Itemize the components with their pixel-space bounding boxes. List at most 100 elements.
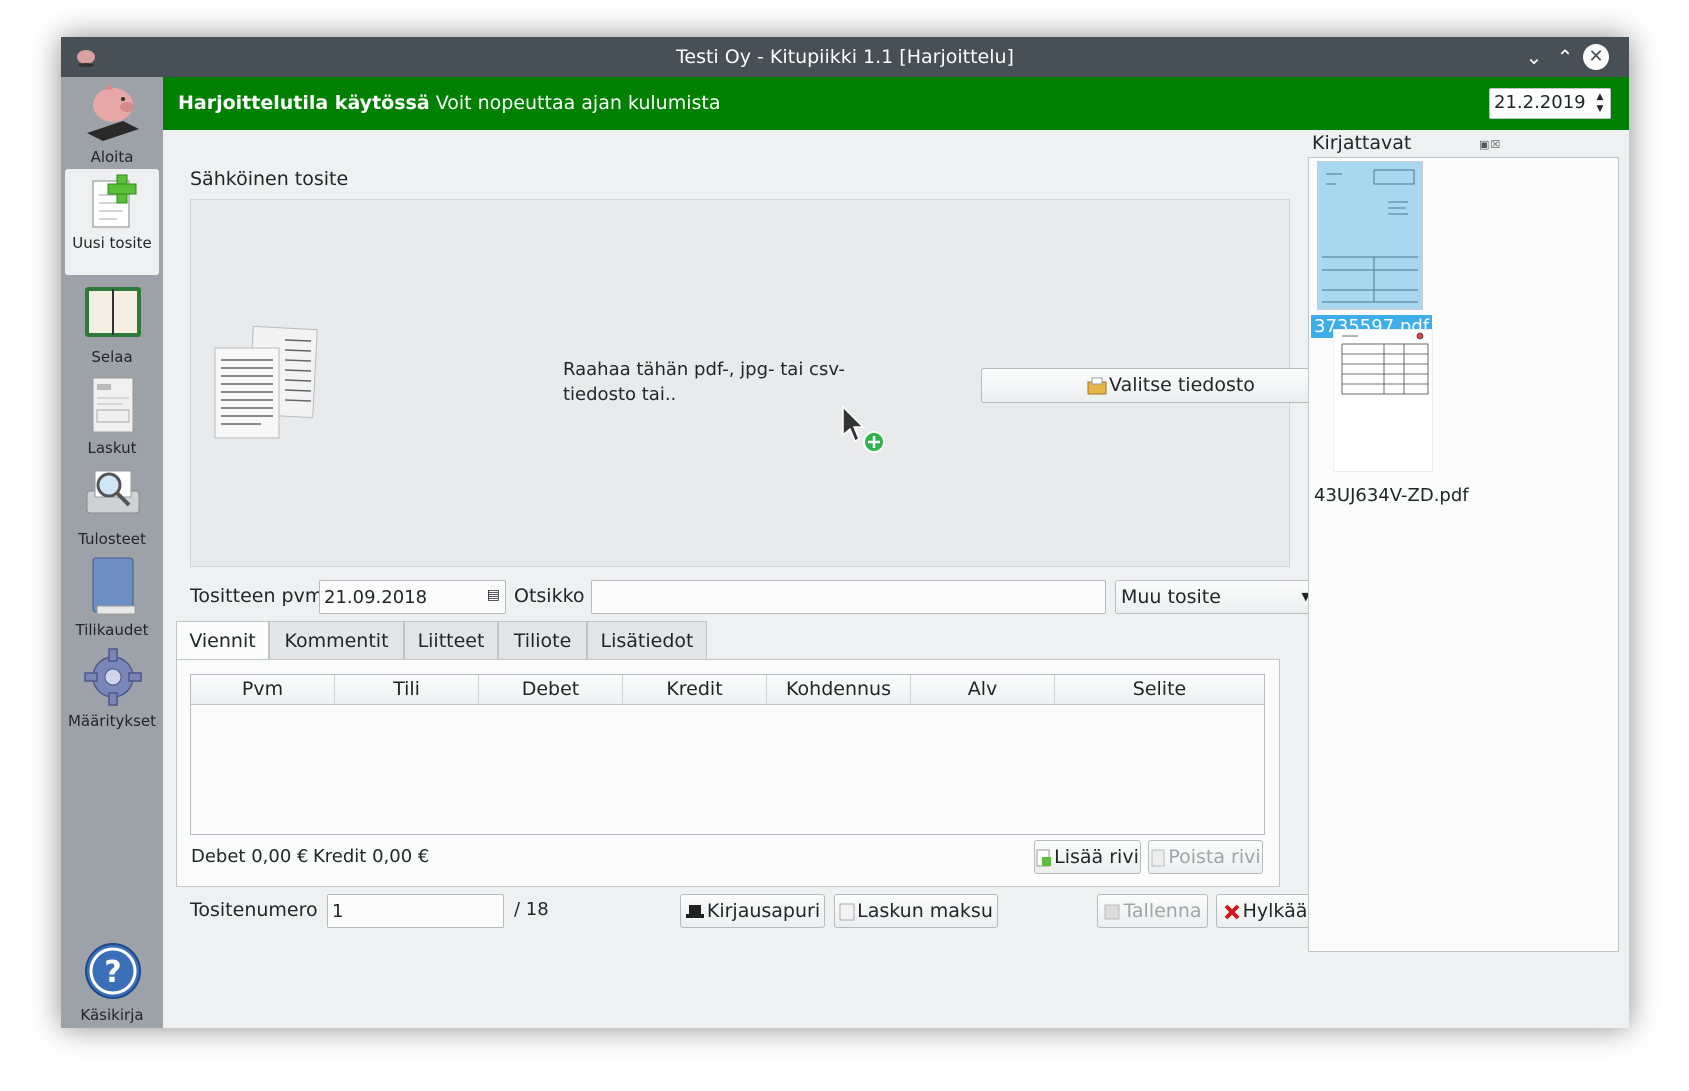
title-bar: Testi Oy - Kitupiikki 1.1 [Harjoittelu] … (61, 37, 1629, 77)
invoice-payment-button[interactable]: Laskun maksu (834, 894, 998, 928)
calendar-icon[interactable]: ▤ (487, 587, 500, 603)
invoice-payment-icon (839, 903, 855, 920)
close-button[interactable]: ✕ (1583, 44, 1609, 70)
column-header-kohdennus[interactable]: Kohdennus (767, 675, 911, 704)
document-preview-icon (1341, 332, 1429, 395)
help-icon: ? (85, 943, 141, 999)
sidebar-item-label: Uusi tosite (72, 234, 152, 252)
sidebar-item-tilikaudet[interactable]: Tilikaudet (65, 554, 159, 640)
assistant-button[interactable]: Kirjausapuri (680, 894, 825, 928)
remove-row-button[interactable]: Poista rivi (1148, 840, 1263, 874)
hat-icon (685, 904, 704, 918)
sidebar-item-label: Aloita (90, 148, 134, 166)
save-icon (1104, 904, 1120, 919)
credit-total: Kredit 0,00 € (313, 846, 430, 867)
electronic-voucher-label: Sähköinen tosite (190, 168, 349, 190)
tab-viennit[interactable]: Viennit (176, 621, 269, 661)
new-document-icon (92, 174, 137, 228)
voucher-number-label: Tositenumero (190, 899, 318, 921)
tab-tiliote[interactable]: Tiliote (498, 621, 587, 659)
sidebar-item-label: Käsikirja (80, 1006, 144, 1024)
documents-icon (214, 325, 318, 439)
sidebar-item-maaritykset[interactable]: Määritykset (65, 645, 159, 731)
voucher-type-value: Muu tosite (1121, 586, 1221, 608)
practice-mode-banner: Harjoittelutila käytössä Voit nopeuttaa … (163, 77, 1629, 130)
column-header-selite[interactable]: Selite (1055, 675, 1264, 704)
add-row-icon (1036, 849, 1052, 866)
print-preview-icon (86, 470, 140, 514)
piggy-bank-icon (87, 83, 139, 141)
sidebar: Aloita Uusi tosite Selaa Laskut Tulostee… (61, 77, 163, 1028)
sidebar-item-aloita[interactable]: Aloita (65, 79, 159, 167)
entries-table[interactable]: Pvm Tili Debet Kredit Kohdennus Alv Seli… (190, 674, 1265, 835)
save-label: Tallenna (1123, 900, 1202, 922)
title-field[interactable] (591, 580, 1106, 614)
sidebar-item-kasikirja[interactable]: ? Käsikirja (65, 941, 159, 1027)
file-item-2[interactable]: 43UJ634V-ZD.pdf (1311, 484, 1472, 507)
save-button[interactable]: Tallenna (1097, 894, 1208, 928)
table-header: Pvm Tili Debet Kredit Kohdennus Alv Seli… (191, 675, 1264, 705)
choose-file-label: Valitse tiedosto (1109, 374, 1255, 396)
banner-text: Harjoittelutila käytössä Voit nopeuttaa … (178, 77, 721, 130)
sidebar-item-label: Selaa (91, 348, 133, 366)
voucher-date-label: Tositteen pvm (190, 585, 324, 607)
voucher-number-input[interactable] (328, 895, 503, 927)
tab-kommentit[interactable]: Kommentit (269, 621, 404, 659)
dock-buttons[interactable]: ▣☒ (1479, 138, 1501, 151)
banner-message: Voit nopeuttaa ajan kulumista (435, 92, 721, 114)
remove-row-icon (1151, 849, 1165, 866)
sidebar-item-label: Määritykset (67, 712, 157, 730)
sidebar-item-label: Laskut (87, 439, 137, 457)
maximize-button[interactable]: ⌃ (1552, 44, 1578, 70)
column-header-tili[interactable]: Tili (335, 675, 479, 704)
column-header-debet[interactable]: Debet (479, 675, 623, 704)
column-header-alv[interactable]: Alv (911, 675, 1055, 704)
choose-file-button[interactable]: Valitse tiedosto (981, 368, 1361, 403)
title-input[interactable] (592, 581, 1105, 613)
column-header-pvm[interactable]: Pvm (191, 675, 335, 704)
spin-arrows-icon[interactable]: ▲ ▼ (1593, 91, 1607, 115)
add-row-button[interactable]: Lisää rivi (1034, 840, 1141, 874)
drop-instruction-text: Raahaa tähän pdf-, jpg- tai csv-tiedosto… (563, 359, 845, 405)
reject-button[interactable]: Hylkää (1216, 894, 1314, 928)
invoice-icon (92, 377, 134, 433)
window-title: Testi Oy - Kitupiikki 1.1 [Harjoittelu] (676, 46, 1014, 68)
document-preview-icon (1322, 169, 1418, 303)
file-thumbnail-1[interactable] (1317, 161, 1423, 310)
voucher-number-field[interactable] (327, 894, 504, 928)
voucher-date-field[interactable]: ▤ (319, 580, 506, 614)
add-row-label: Lisää rivi (1054, 846, 1139, 868)
sidebar-item-label: Tilikaudet (75, 621, 149, 639)
red-x-icon (1224, 904, 1240, 919)
tab-liitteet[interactable]: Liitteet (404, 621, 498, 659)
sidebar-item-laskut[interactable]: Laskut (65, 372, 159, 458)
sidebar-item-tulosteet[interactable]: Tulosteet (65, 463, 159, 549)
invoice-payment-label: Laskun maksu (857, 900, 993, 922)
simulated-date-spinbox[interactable]: ▲▼ (1489, 88, 1611, 119)
voucher-type-select[interactable]: Muu tosite ▼ (1115, 580, 1321, 614)
main-window: Testi Oy - Kitupiikki 1.1 [Harjoittelu] … (61, 37, 1629, 1028)
gear-icon (84, 648, 142, 706)
remove-row-label: Poista rivi (1168, 846, 1261, 868)
drag-cursor-icon (842, 405, 885, 453)
simulated-date-input[interactable] (1490, 89, 1590, 116)
banner-bold-text: Harjoittelutila käytössä (178, 92, 430, 114)
voucher-date-input[interactable] (320, 581, 505, 613)
sidebar-item-uusi-tosite[interactable]: Uusi tosite (65, 169, 159, 275)
reject-label: Hylkää (1242, 900, 1308, 922)
assistant-label: Kirjausapuri (706, 900, 821, 922)
sidebar-item-selaa[interactable]: Selaa (65, 281, 159, 367)
svg-text:?: ? (104, 955, 121, 990)
file-drop-zone[interactable]: Raahaa tähän pdf-, jpg- tai csv-tiedosto… (190, 199, 1361, 567)
file-thumbnail-2[interactable] (1333, 329, 1433, 472)
book-icon (92, 557, 136, 615)
debit-total: Debet 0,00 € (191, 846, 309, 867)
minimize-button[interactable]: ⌄ (1521, 44, 1547, 70)
title-label: Otsikko (514, 585, 585, 607)
calendar-book-icon (85, 287, 141, 337)
column-header-kredit[interactable]: Kredit (623, 675, 767, 704)
sidebar-item-label: Tulosteet (78, 530, 146, 548)
pending-files-title: Kirjattavat (1312, 132, 1412, 154)
pending-files-panel: 3735597.pdf 43UJ634V-ZD.pdf (1308, 157, 1619, 952)
tab-lisatiedot[interactable]: Lisätiedot (587, 621, 707, 659)
